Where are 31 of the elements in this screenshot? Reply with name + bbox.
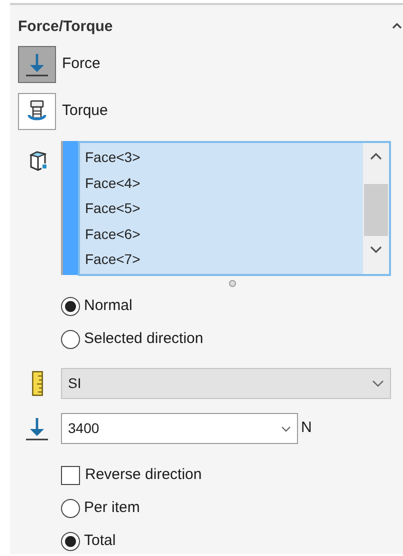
radio-button[interactable]: Per item bbox=[61, 497, 140, 520]
unit-label: N bbox=[301, 418, 312, 438]
force-arrow-icon bbox=[26, 416, 48, 440]
ruler-icon bbox=[32, 371, 43, 396]
force-toggle-button[interactable] bbox=[18, 46, 56, 83]
scroll-thumb[interactable] bbox=[364, 184, 388, 236]
force-arrow-icon bbox=[26, 52, 48, 76]
force-value-field[interactable]: 3400 bbox=[61, 413, 298, 444]
list-item[interactable]: Face<6> bbox=[85, 222, 140, 248]
scrollbar[interactable] bbox=[363, 143, 389, 274]
list-item[interactable]: Face<4> bbox=[85, 170, 140, 196]
unit-system-dropdown[interactable]: SI bbox=[61, 368, 391, 399]
face-cube-icon bbox=[26, 149, 48, 171]
resize-handle[interactable] bbox=[229, 280, 236, 286]
torque-toggle-button[interactable] bbox=[18, 93, 56, 130]
radio-button[interactable]: Normal bbox=[61, 295, 132, 318]
list-item[interactable]: Face<5> bbox=[85, 196, 140, 222]
scroll-up-icon[interactable] bbox=[370, 152, 382, 160]
button-label: Torque bbox=[62, 101, 108, 122]
chevron-down-icon bbox=[281, 426, 291, 432]
reverse-direction-checkbox[interactable]: Reverse direction bbox=[61, 464, 202, 487]
list-item[interactable]: Face<3> bbox=[85, 145, 140, 171]
radio-button[interactable]: Selected direction bbox=[61, 328, 204, 351]
button-label: Force bbox=[62, 54, 100, 74]
panel-title: Force/Torque bbox=[18, 17, 113, 37]
bolt-rotation-icon bbox=[27, 100, 47, 124]
radio-button[interactable]: Total bbox=[61, 530, 116, 553]
scroll-down-icon[interactable] bbox=[370, 246, 382, 254]
selection-list[interactable]: Face<3> Face<4> Face<5> Face<6> Face<7> bbox=[78, 141, 391, 276]
chevron-down-icon bbox=[372, 380, 384, 387]
list-item[interactable]: Face<7> bbox=[85, 247, 140, 273]
